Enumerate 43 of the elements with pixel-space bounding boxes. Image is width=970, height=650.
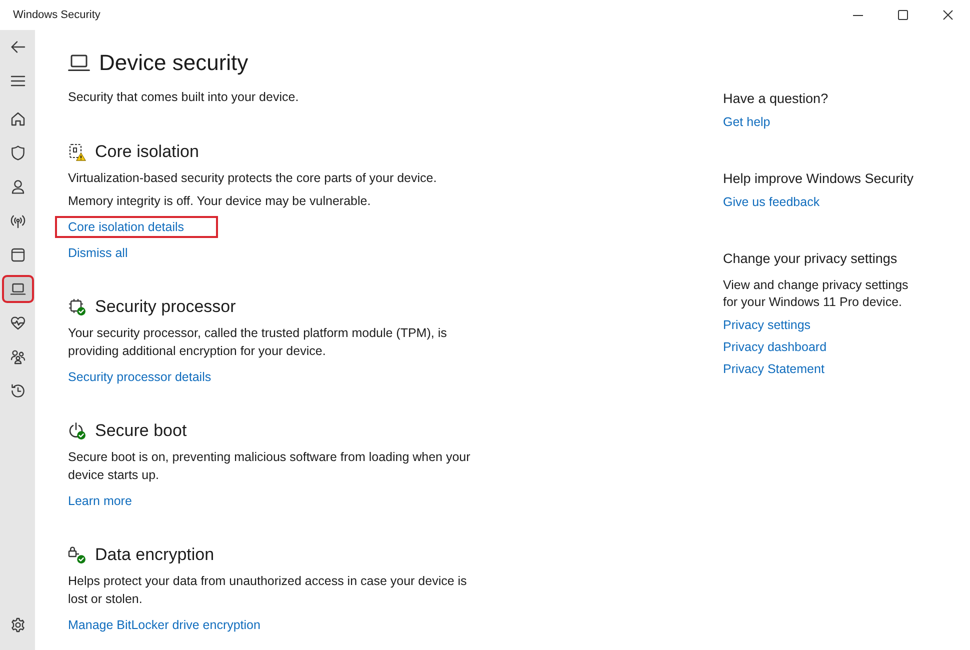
link[interactable]: Security processor details (68, 368, 212, 386)
link[interactable]: Privacy Statement (723, 360, 824, 378)
link[interactable]: Get help (723, 113, 770, 131)
side-description: View and change privacy settings for your Windows 11 Pro device. (723, 277, 910, 311)
side-heading: Help improve Windows Security (723, 170, 914, 188)
window-title: Windows Security (13, 8, 100, 22)
section-description: Memory integrity is off. Your device may be vulnerable. (68, 193, 372, 210)
section-description: Virtualization-based security protects the core parts of your device. (68, 170, 438, 187)
heart-pulse-icon (10, 315, 26, 331)
settings-icon (10, 617, 26, 633)
minimize-icon (852, 14, 862, 16)
link[interactable]: Privacy settings (723, 316, 811, 334)
history-icon (10, 383, 26, 399)
section-heading: Secure boot (95, 420, 187, 442)
laptop-icon (68, 54, 90, 72)
menu-icon (10, 73, 26, 89)
link[interactable]: Dismiss all (68, 244, 128, 262)
antenna-icon (10, 213, 26, 229)
section-description: Helps protect your data from unauthorized access in case your device is lost or stolen. (68, 573, 468, 608)
link[interactable]: Give us feedback (723, 193, 820, 211)
page-subtitle: Security that comes built into your device. (68, 89, 299, 106)
laptop-icon (10, 281, 26, 297)
home-icon (10, 111, 26, 127)
side-heading: Change your privacy settings (723, 250, 898, 268)
link[interactable]: Manage BitLocker drive encryption (68, 616, 260, 634)
link[interactable]: Core isolation details (68, 218, 184, 236)
shield-icon (10, 145, 26, 161)
link[interactable]: Privacy dashboard (723, 338, 827, 356)
maximize-icon (898, 10, 908, 20)
section-description: Secure boot is on, preventing malicious software from loading when your device starts up. (68, 449, 472, 484)
app-window-icon (10, 247, 26, 263)
section-heading: Data encryption (95, 544, 214, 566)
side-heading: Have a question? (723, 90, 828, 108)
back-icon (10, 39, 26, 55)
people-icon (10, 349, 26, 365)
section-description: Your security processor, called the trusted platform module (TPM), is providing additional encryption for your device. (68, 325, 448, 360)
page-title: Device security (99, 49, 248, 77)
person-icon (10, 179, 26, 195)
close-icon (942, 10, 952, 20)
sidebar-item[interactable] (4, 277, 32, 301)
section-heading: Core isolation (95, 141, 199, 163)
section-heading: Security processor (95, 296, 236, 318)
link[interactable]: Learn more (68, 492, 132, 510)
